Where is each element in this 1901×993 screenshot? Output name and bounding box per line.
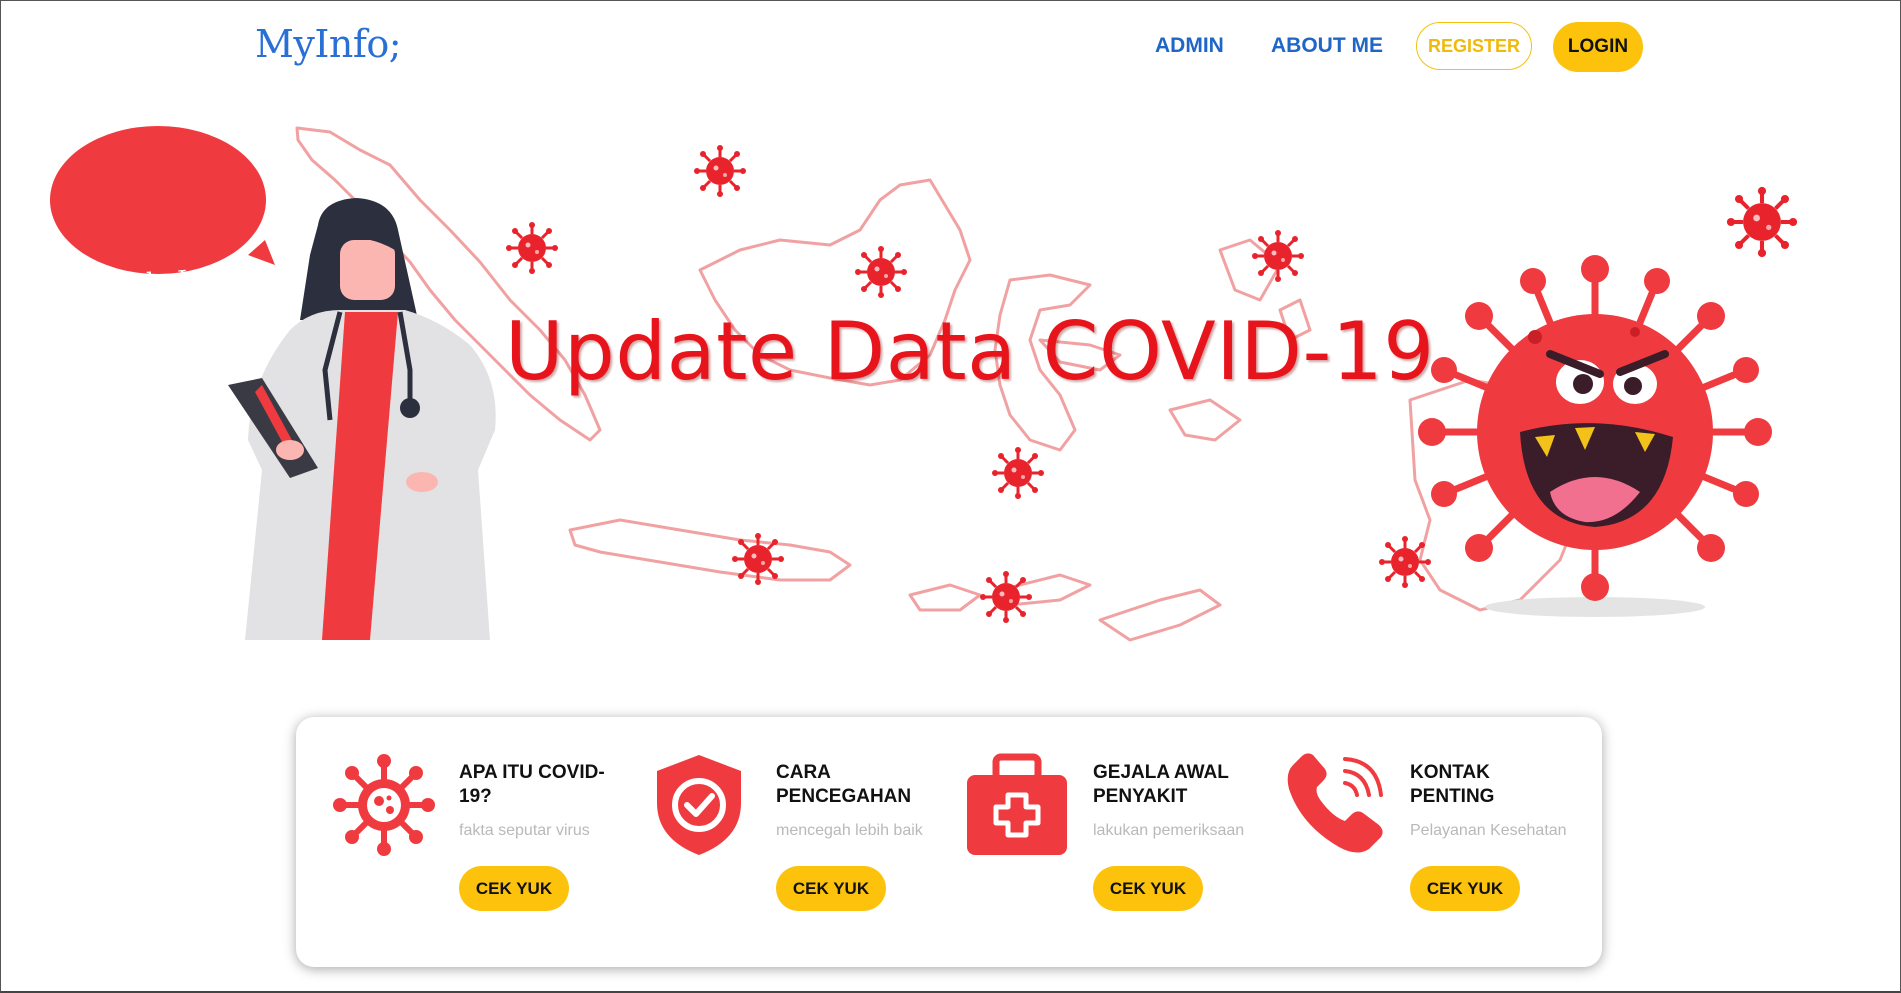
feature-subtitle: fakta seputar virus [459, 822, 590, 839]
feature-title: KONTAK PENTING [1410, 762, 1495, 807]
shield-check-icon [657, 755, 741, 855]
phone-icon [1287, 753, 1383, 853]
feature-subtitle: lakukan pemeriksaan [1093, 822, 1245, 839]
virus-icon [333, 754, 435, 856]
cek-yuk-button[interactable]: CEK YUK [459, 866, 569, 911]
feature-title: GEJALA AWAL PENYAKIT [1093, 762, 1229, 807]
feature-title: APA ITU COVID-19? [459, 762, 605, 807]
features-card: APA ITU COVID-19? fakta seputar virus CE… [296, 717, 1602, 967]
virus-character [1418, 255, 1772, 617]
nav-about-link[interactable]: ABOUT ME [1271, 34, 1383, 58]
speech-bubble [50, 126, 275, 274]
feature-subtitle: mencegah lebih baik [776, 822, 923, 839]
doctor-illustration [228, 198, 496, 640]
cek-yuk-button[interactable]: CEK YUK [1093, 866, 1203, 911]
feature-covid-info: APA ITU COVID-19? fakta seputar virus CE… [296, 717, 616, 967]
nav-admin-link[interactable]: ADMIN [1155, 34, 1224, 58]
hero-title: Update Data COVID-19 [505, 305, 1435, 398]
feature-title: CARA PENCEGAHAN [776, 762, 912, 807]
feature-early-symptoms: GEJALA AWAL PENYAKIT lakukan pemeriksaan… [930, 717, 1250, 967]
login-button[interactable]: LOGIN [1553, 22, 1643, 72]
brand-logo[interactable]: MyInfo; [255, 22, 402, 66]
register-button[interactable]: REGISTER [1416, 22, 1532, 70]
feature-prevention: CARA PENCEGAHAN mencegah lebih baik CEK … [613, 717, 933, 967]
cek-yuk-button[interactable]: CEK YUK [776, 866, 886, 911]
feature-important-contacts: KONTAK PENTING Pelayanan Kesehatan CEK Y… [1247, 717, 1567, 967]
cek-yuk-button[interactable]: CEK YUK [1410, 866, 1520, 911]
first-aid-kit-icon [967, 753, 1067, 855]
feature-subtitle: Pelayanan Kesehatan [1410, 822, 1567, 839]
